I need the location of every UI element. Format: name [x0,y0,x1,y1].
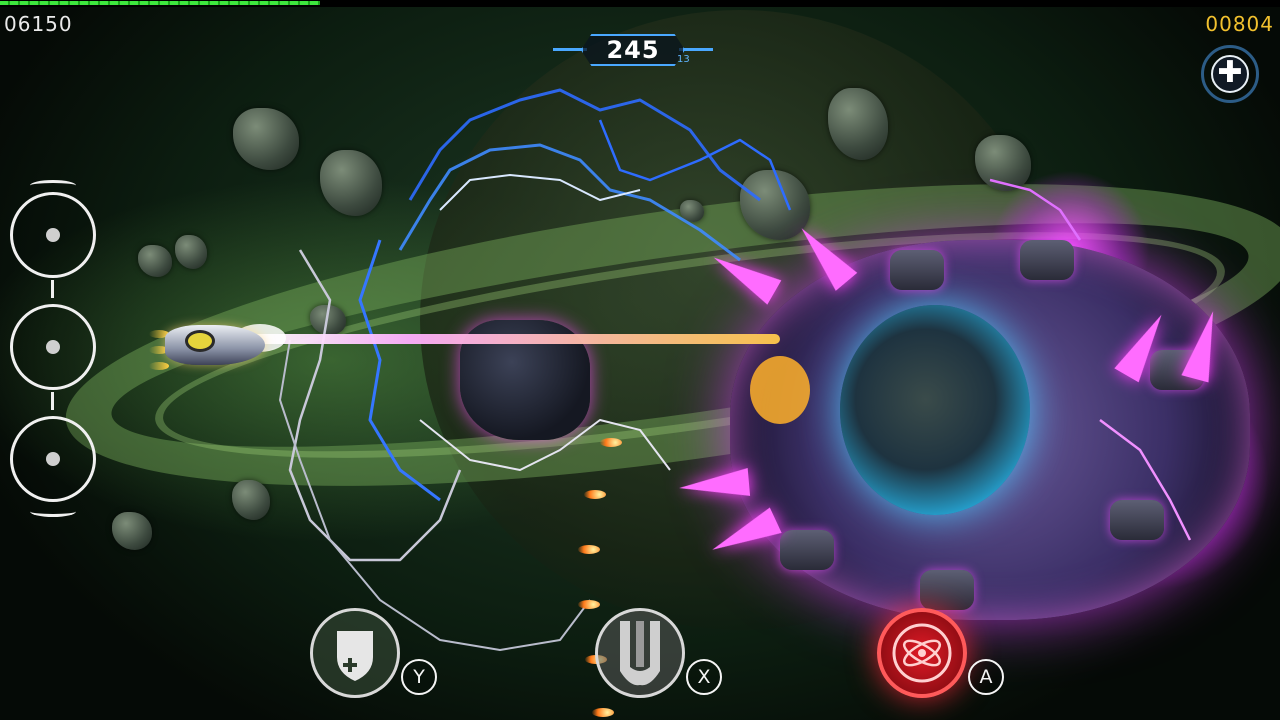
missile-icon [620,621,660,686]
shield-button[interactable] [310,608,400,698]
slot-connector [51,392,54,410]
missile-button[interactable] [595,608,685,698]
slot-connector [51,280,54,298]
slot-empty-dot [46,340,60,354]
weapon-slot-3[interactable] [10,416,96,502]
weapon-slots [6,180,102,520]
engine-flame [149,362,169,370]
energy-bar [0,0,1280,7]
combo-multiplier: 13 [677,54,690,65]
atom-icon [892,623,952,683]
special-key-label: A [968,659,1004,695]
combo-counter: 245 13 [553,32,713,68]
shield-plus-icon [337,631,373,681]
enemy-bullet [578,600,600,609]
weapon-slot-1[interactable] [10,192,96,278]
enemy-bullet [578,545,600,554]
missile-key-label: X [686,659,722,695]
laser-beam [250,334,780,344]
slot-cap-bottom [30,506,76,517]
combo-value: 245 [606,36,660,64]
enemy-bullet [600,438,622,447]
player-ship-hull [165,325,265,365]
player-ship[interactable] [149,300,275,385]
credits-counter: 00804 [1205,12,1274,36]
game-viewport[interactable]: 06150 00804 245 13 ✚ Y X A [0,0,1280,720]
player-score: 06150 [4,12,73,36]
slot-cap-top [30,180,76,191]
enemy-bullet [592,708,614,717]
enemy-bullet [584,490,606,499]
add-button[interactable]: ✚ [1199,45,1265,105]
special-weapon-button[interactable] [877,608,967,698]
shield-key-label: Y [401,659,437,695]
beam-impact [750,356,810,424]
slot-empty-dot [46,228,60,242]
slot-empty-dot [46,452,60,466]
lightning-arcs [279,88,1192,651]
player-ship-cockpit [185,330,215,352]
weapon-slot-2[interactable] [10,304,96,390]
plus-icon: ✚ [1217,55,1243,90]
energy-bar-fill [0,1,320,5]
